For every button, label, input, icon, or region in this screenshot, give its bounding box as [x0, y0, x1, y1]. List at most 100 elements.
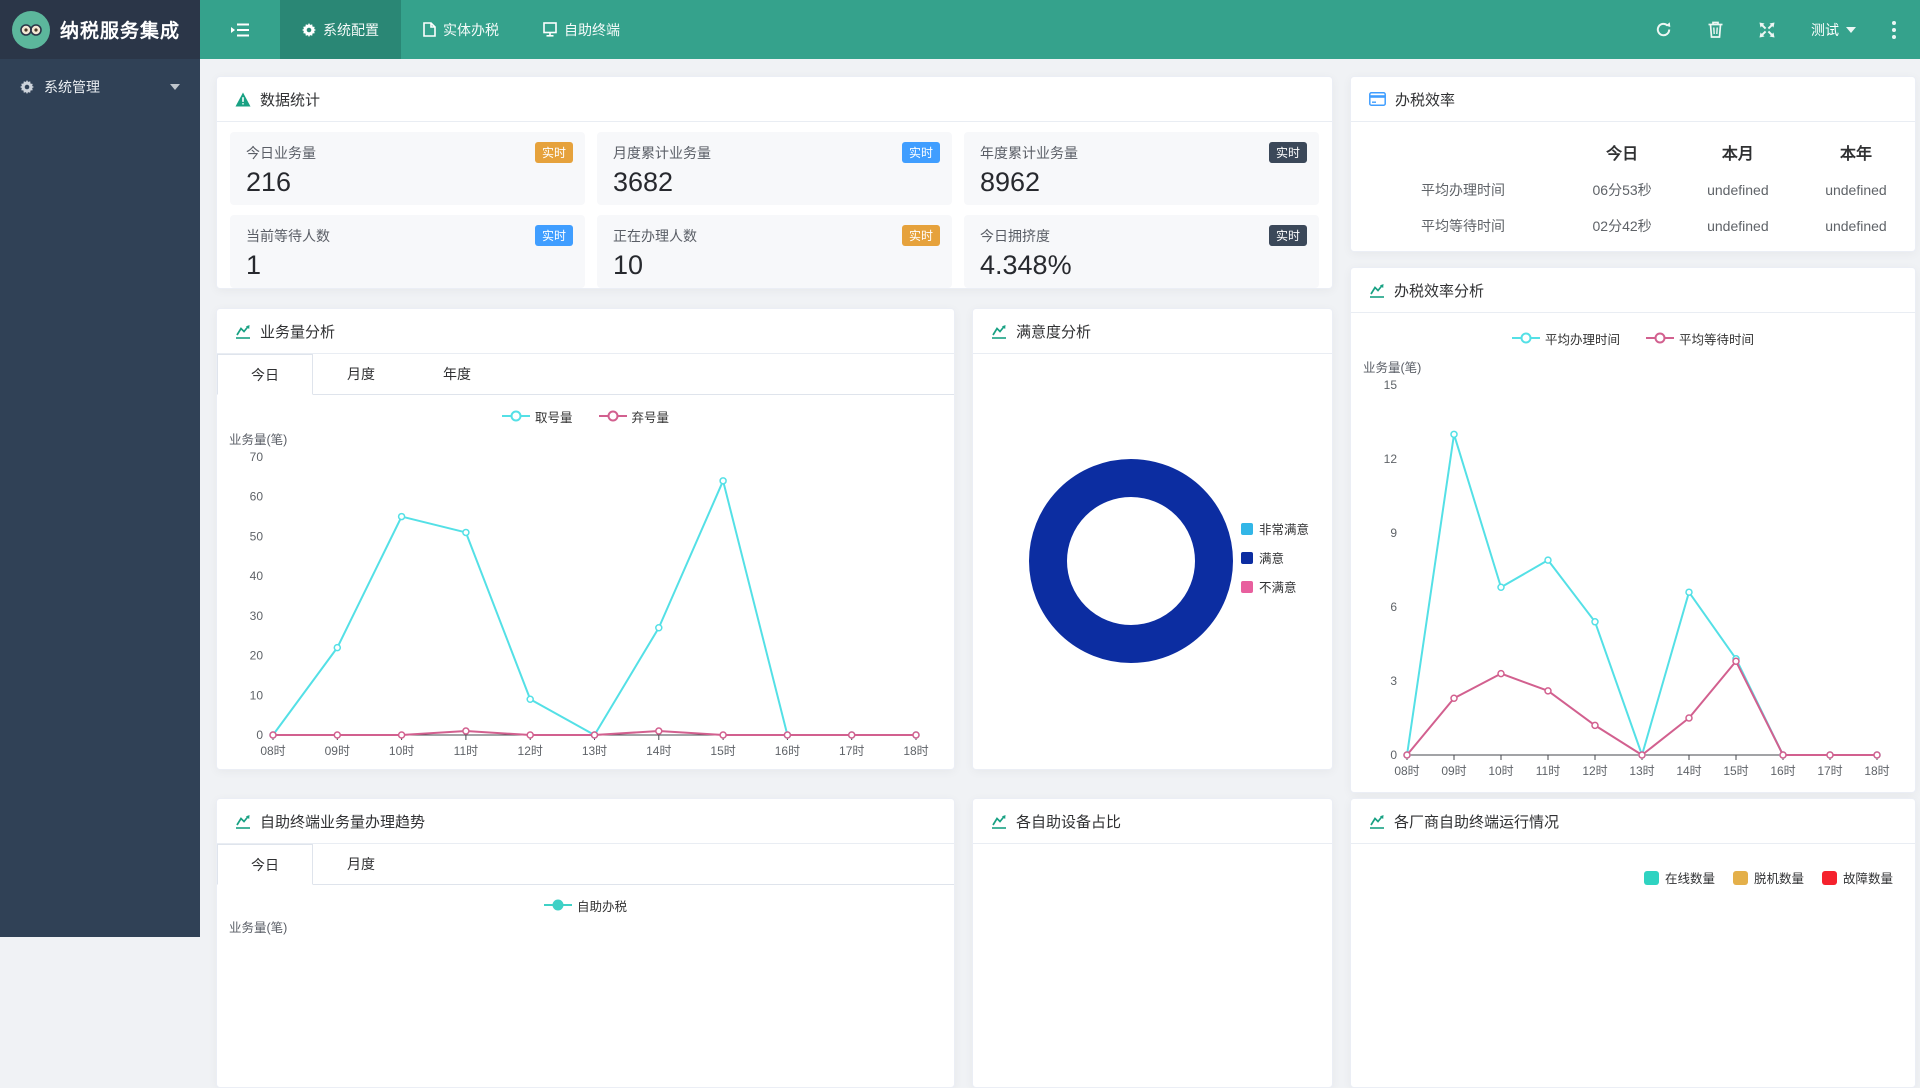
- legend-label: 非常满意: [1259, 519, 1309, 538]
- table-row: 平均等待时间02分42秒undefinedundefined: [1351, 208, 1915, 244]
- fullscreen-button[interactable]: [1759, 22, 1775, 38]
- terminal-kiosk-icon: [543, 22, 557, 37]
- sidebar: 系统管理: [0, 59, 200, 937]
- svg-text:18时: 18时: [903, 744, 928, 758]
- cell-value: undefined: [1797, 208, 1915, 244]
- svg-text:业务量(笔): 业务量(笔): [1363, 360, 1421, 375]
- svg-text:70: 70: [250, 450, 264, 464]
- sidebar-toggle-button[interactable]: [200, 0, 280, 59]
- realtime-badge: 实时: [535, 225, 573, 246]
- top-navbar: 纳税服务集成 系统配置 实体办税 自助终端: [0, 0, 1920, 59]
- svg-text:40: 40: [250, 569, 264, 583]
- tab-月度[interactable]: 月度: [313, 354, 409, 394]
- legend-item[interactable]: 平均等待时间: [1646, 329, 1754, 348]
- card-header: 各厂商自助终端运行情况: [1351, 799, 1915, 844]
- svg-text:6: 6: [1390, 600, 1397, 614]
- svg-text:10时: 10时: [1488, 764, 1513, 778]
- legend-item[interactable]: 自助办税: [544, 896, 627, 915]
- stat-label: 正在办理人数: [613, 226, 936, 246]
- tab-今日[interactable]: 今日: [217, 354, 313, 395]
- row-label: 平均办理时间: [1351, 172, 1565, 208]
- realtime-badge: 实时: [902, 142, 940, 163]
- refresh-icon: [1655, 21, 1672, 38]
- legend-label: 故障数量: [1843, 868, 1893, 887]
- legend-item[interactable]: 平均办理时间: [1512, 329, 1620, 348]
- sidebar-item-system-management[interactable]: 系统管理: [0, 59, 200, 115]
- data-statistics-card: 数据统计 今日业务量216实时月度累计业务量3682实时年度累计业务量8962实…: [216, 76, 1333, 289]
- stat-label: 年度累计业务量: [980, 143, 1303, 163]
- legend-item[interactable]: 满意: [1241, 548, 1309, 567]
- legend-swatch: [1241, 552, 1253, 564]
- app-title: 纳税服务集成: [60, 16, 180, 43]
- stat-card: 年度累计业务量8962实时: [964, 132, 1319, 205]
- legend-marker-icon: [502, 410, 530, 422]
- gear-icon: [20, 80, 34, 94]
- svg-text:10时: 10时: [389, 744, 414, 758]
- tab-今日[interactable]: 今日: [217, 844, 313, 885]
- svg-text:30: 30: [250, 609, 264, 623]
- realtime-badge: 实时: [1269, 142, 1307, 163]
- card-header: 自助终端业务量办理趋势: [217, 799, 954, 844]
- stat-label: 月度累计业务量: [613, 143, 936, 163]
- bar-chart-legend: 在线数量脱机数量 故障数量: [1351, 844, 1915, 887]
- nav-item-label: 实体办税: [443, 20, 499, 40]
- more-menu-button[interactable]: [1892, 21, 1896, 39]
- svg-text:10: 10: [250, 688, 264, 702]
- legend-item[interactable]: 取号量: [502, 407, 573, 426]
- svg-text:12: 12: [1384, 452, 1398, 466]
- tab-年度[interactable]: 年度: [409, 354, 505, 394]
- legend-label: 不满意: [1259, 577, 1297, 596]
- legend-label: 满意: [1259, 548, 1284, 567]
- svg-text:13时: 13时: [582, 744, 607, 758]
- user-dropdown[interactable]: 测试: [1811, 20, 1856, 40]
- svg-text:09时: 09时: [1441, 764, 1466, 778]
- svg-text:9: 9: [1390, 526, 1397, 540]
- donut-chart-area: 非常满意满意不满意: [973, 354, 1332, 769]
- card-header: 各自助设备占比: [973, 799, 1332, 844]
- nav-item-self-terminal[interactable]: 自助终端: [521, 0, 642, 59]
- glasses-avatar-icon: [18, 17, 44, 43]
- legend-swatch: [1241, 581, 1253, 593]
- svg-text:0: 0: [256, 728, 263, 742]
- trend-tabs: 今日月度: [217, 844, 954, 885]
- svg-text:08时: 08时: [1394, 764, 1419, 778]
- line-chart-icon: [1369, 282, 1385, 298]
- legend-label: 取号量: [535, 407, 573, 426]
- refresh-button[interactable]: [1655, 21, 1672, 38]
- donut-legend: 非常满意满意不满意: [1241, 519, 1309, 596]
- legend-item[interactable]: 故障数量: [1822, 868, 1893, 887]
- legend-item[interactable]: 弃号量: [599, 407, 670, 426]
- tax-efficiency-card: 办税效率 今日本月本年平均办理时间06分53秒undefinedundefine…: [1350, 76, 1916, 252]
- selfservice-trend-card: 自助终端业务量办理趋势 今日月度 自助办税 业务量(笔): [216, 798, 955, 1088]
- svg-text:业务量(笔): 业务量(笔): [229, 920, 287, 935]
- card-header: 满意度分析: [973, 309, 1332, 354]
- hamburger-indent-icon: [231, 22, 249, 38]
- realtime-badge: 实时: [902, 225, 940, 246]
- legend-swatch: [1733, 871, 1748, 885]
- card-title: 数据统计: [260, 89, 320, 110]
- row-label: 平均等待时间: [1351, 208, 1565, 244]
- card-header: 数据统计: [217, 77, 1332, 122]
- navbar-actions: 测试: [1655, 0, 1920, 59]
- legend-item[interactable]: 脱机数量: [1733, 868, 1804, 887]
- line-chart-icon: [991, 323, 1007, 339]
- nav-item-system-config[interactable]: 系统配置: [280, 0, 401, 59]
- clear-cache-button[interactable]: [1708, 21, 1723, 38]
- card-title: 自助终端业务量办理趋势: [260, 811, 425, 832]
- stat-card: 今日拥挤度4.348%实时: [964, 215, 1319, 288]
- legend-item[interactable]: 非常满意: [1241, 519, 1309, 538]
- chevron-down-icon: [1846, 27, 1856, 33]
- chart-legend: 自助办税: [217, 894, 954, 916]
- stat-card: 正在办理人数10实时: [597, 215, 952, 288]
- legend-item[interactable]: 不满意: [1241, 577, 1309, 596]
- document-icon: [423, 22, 436, 37]
- stat-value: 1: [246, 250, 569, 281]
- app-logo: 纳税服务集成: [0, 0, 200, 59]
- legend-item[interactable]: 在线数量: [1644, 868, 1715, 887]
- legend-label: 平均等待时间: [1679, 329, 1754, 348]
- nav-item-entity-tax[interactable]: 实体办税: [401, 0, 521, 59]
- fullscreen-expand-icon: [1759, 22, 1775, 38]
- svg-text:13时: 13时: [1629, 764, 1654, 778]
- tab-月度[interactable]: 月度: [313, 844, 409, 884]
- business-volume-analysis-card: 业务量分析 今日月度年度 取号量弃号量 业务量(笔)01020304050607…: [216, 308, 955, 770]
